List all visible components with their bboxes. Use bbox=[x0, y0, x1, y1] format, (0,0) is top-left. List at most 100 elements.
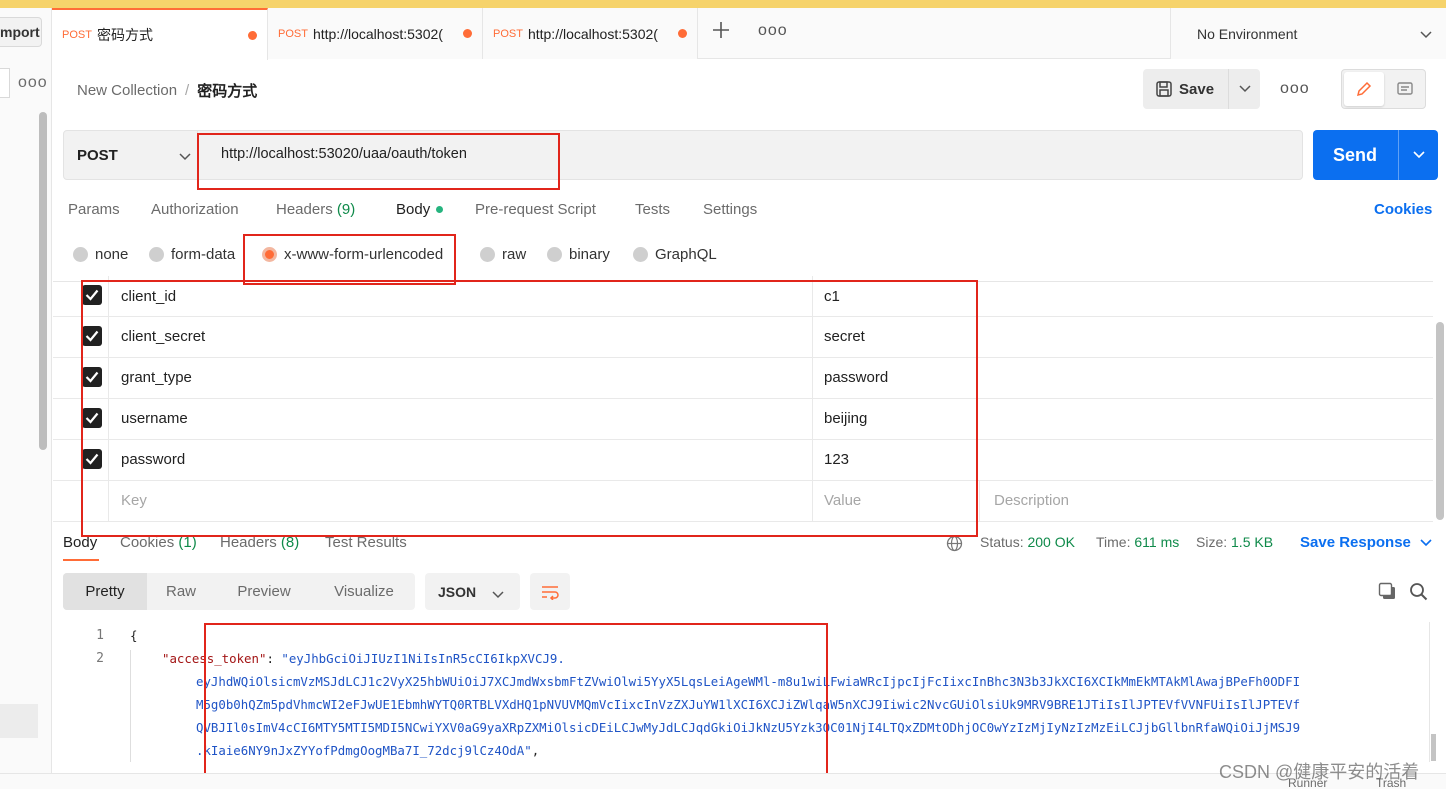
table-row[interactable]: client_secret secret bbox=[53, 317, 1433, 358]
row-value[interactable]: 123 bbox=[824, 451, 849, 468]
tab-headers[interactable]: Headers (9) bbox=[276, 201, 355, 218]
table-row[interactable]: password 123 bbox=[53, 440, 1433, 481]
sidebar-scrollbar[interactable] bbox=[39, 112, 47, 450]
copy-icon[interactable] bbox=[1378, 582, 1397, 606]
tab-settings[interactable]: Settings bbox=[703, 201, 757, 218]
body-type-raw[interactable]: raw bbox=[480, 246, 526, 263]
body-type-binary[interactable]: binary bbox=[547, 246, 610, 263]
tab-tests[interactable]: Tests bbox=[635, 201, 670, 218]
table-row[interactable]: username beijing bbox=[53, 399, 1433, 440]
key-placeholder[interactable]: Key bbox=[121, 492, 147, 509]
column-divider bbox=[108, 317, 109, 358]
row-value[interactable]: secret bbox=[824, 328, 865, 345]
body-type-urlencoded[interactable]: x-www-form-urlencoded bbox=[262, 246, 443, 263]
send-options-chevron-icon[interactable] bbox=[1399, 130, 1438, 180]
row-key[interactable]: username bbox=[121, 410, 188, 427]
radio-urlencoded-selected[interactable] bbox=[262, 247, 277, 262]
edit-pencil-icon[interactable] bbox=[1344, 72, 1384, 106]
row-checkbox[interactable] bbox=[82, 367, 102, 387]
format-select[interactable]: JSON bbox=[425, 573, 520, 610]
response-tab-body[interactable]: Body bbox=[63, 534, 97, 551]
size-value[interactable]: 1.5 KB bbox=[1231, 534, 1273, 550]
url-input[interactable]: http://localhost:53020/uaa/oauth/token bbox=[221, 146, 467, 162]
body-type-none[interactable]: none bbox=[73, 246, 128, 263]
description-placeholder[interactable]: Description bbox=[994, 492, 1069, 509]
view-preview[interactable]: Preview bbox=[215, 573, 313, 610]
row-checkbox[interactable] bbox=[82, 285, 102, 305]
row-key[interactable]: password bbox=[121, 451, 185, 468]
column-divider bbox=[812, 358, 813, 399]
view-visualize[interactable]: Visualize bbox=[313, 573, 415, 610]
tab-params[interactable]: Params bbox=[68, 201, 120, 218]
tab-request-3[interactable]: POST http://localhost:5302( bbox=[483, 8, 698, 59]
sidebar-search-input[interactable] bbox=[0, 68, 10, 98]
radio-none[interactable] bbox=[73, 247, 88, 262]
code-scroll-thumb[interactable] bbox=[1431, 734, 1436, 761]
tab-request-2[interactable]: POST http://localhost:5302( bbox=[268, 8, 483, 59]
radio-raw[interactable] bbox=[480, 247, 495, 262]
radio-graphql[interactable] bbox=[633, 247, 648, 262]
json-comma: , bbox=[531, 743, 540, 758]
tab-body[interactable]: Body bbox=[396, 201, 444, 218]
tab-authorization[interactable]: Authorization bbox=[151, 201, 239, 218]
save-response-button[interactable]: Save Response bbox=[1300, 534, 1432, 551]
body-type-form-data[interactable]: form-data bbox=[149, 246, 235, 263]
request-title[interactable]: 密码方式 bbox=[197, 80, 257, 101]
row-checkbox[interactable] bbox=[82, 449, 102, 469]
row-checkbox[interactable] bbox=[82, 326, 102, 346]
column-divider bbox=[108, 481, 109, 522]
wrap-lines-icon[interactable] bbox=[530, 573, 570, 610]
send-button[interactable]: Send bbox=[1313, 130, 1397, 180]
row-key[interactable]: grant_type bbox=[121, 369, 192, 386]
radio-form-data[interactable] bbox=[149, 247, 164, 262]
row-value[interactable]: beijing bbox=[824, 410, 867, 427]
response-tab-cookies[interactable]: Cookies (1) bbox=[120, 534, 197, 551]
size-label: Size: bbox=[1196, 534, 1228, 550]
globe-icon[interactable] bbox=[946, 535, 963, 557]
save-options-chevron-icon[interactable] bbox=[1229, 69, 1260, 109]
breadcrumb-collection[interactable]: New Collection bbox=[77, 82, 177, 99]
body-type-graphql[interactable]: GraphQL bbox=[633, 246, 717, 263]
table-row-new[interactable]: Key Value Description bbox=[53, 481, 1433, 522]
response-view-modes: Pretty Raw Preview Visualize bbox=[63, 573, 415, 610]
sidebar-selected-item[interactable] bbox=[0, 704, 38, 738]
status-value[interactable]: 200 OK bbox=[1027, 534, 1074, 550]
environment-select[interactable]: No Environment bbox=[1170, 8, 1446, 59]
indent-guide bbox=[130, 650, 131, 762]
row-value[interactable]: c1 bbox=[824, 288, 840, 305]
unsaved-dot-icon bbox=[248, 30, 257, 40]
view-pretty[interactable]: Pretty bbox=[63, 573, 147, 610]
sidebar-more-icon[interactable]: ooo bbox=[18, 74, 48, 92]
row-key[interactable]: client_id bbox=[121, 288, 176, 305]
tab-headers-label: Headers bbox=[276, 201, 333, 218]
save-button[interactable]: Save bbox=[1143, 69, 1229, 109]
format-label: JSON bbox=[438, 583, 477, 600]
value-placeholder[interactable]: Value bbox=[824, 492, 861, 509]
json-key: "access_token" bbox=[162, 651, 267, 666]
search-icon[interactable] bbox=[1409, 582, 1428, 606]
code-scrollbar[interactable] bbox=[1429, 622, 1436, 762]
tabs-more-icon[interactable]: ooo bbox=[758, 22, 788, 40]
response-tab-test-results[interactable]: Test Results bbox=[325, 534, 407, 551]
row-key[interactable]: client_secret bbox=[121, 328, 205, 345]
request-more-icon[interactable]: ooo bbox=[1280, 80, 1310, 98]
import-button[interactable]: mport bbox=[0, 17, 42, 47]
radio-binary[interactable] bbox=[547, 247, 562, 262]
tab-request-1[interactable]: POST 密码方式 bbox=[52, 8, 268, 60]
table-row[interactable]: grant_type password bbox=[53, 358, 1433, 399]
new-tab-plus-icon[interactable] bbox=[712, 20, 730, 44]
column-divider bbox=[812, 481, 813, 522]
cookies-link[interactable]: Cookies bbox=[1374, 201, 1432, 218]
row-value[interactable]: password bbox=[824, 369, 888, 386]
table-row[interactable]: client_id c1 bbox=[53, 276, 1433, 317]
table-scrollbar[interactable] bbox=[1436, 322, 1444, 520]
time-value[interactable]: 611 ms bbox=[1134, 534, 1179, 550]
response-tab-headers[interactable]: Headers (8) bbox=[220, 534, 299, 551]
response-tab-cookies-count: (1) bbox=[178, 534, 197, 551]
method-label: POST bbox=[77, 146, 118, 164]
tab-prerequest-script[interactable]: Pre-request Script bbox=[475, 201, 596, 218]
method-select[interactable]: POST bbox=[63, 130, 198, 180]
view-raw[interactable]: Raw bbox=[147, 573, 215, 610]
row-checkbox[interactable] bbox=[82, 408, 102, 428]
documentation-icon[interactable] bbox=[1386, 72, 1424, 106]
